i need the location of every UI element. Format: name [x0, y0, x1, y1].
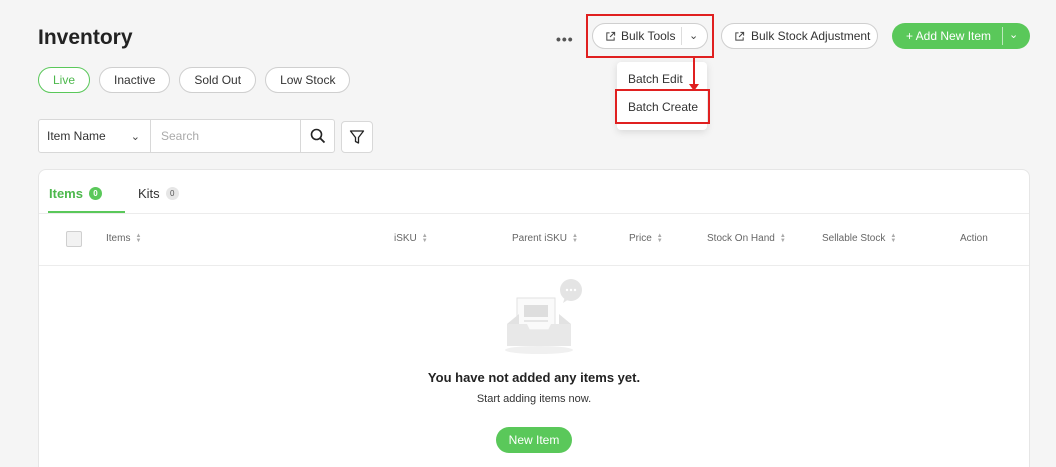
table-header: Items ▲ ▼ iSKU ▲ ▼ Parent iSKU ▲ ▼ Price ▲ ▼ Sto…: [39, 214, 1029, 266]
sort-icon: ▲ ▼: [779, 232, 786, 244]
tab-kits[interactable]: Kits 0: [138, 186, 179, 201]
filter-icon: [349, 130, 365, 144]
tab-kits-label: Kits: [138, 186, 160, 201]
tab-items-count: 0: [88, 187, 102, 200]
filter-low-stock[interactable]: Low Stock: [265, 67, 351, 93]
filter-live[interactable]: Live: [38, 67, 91, 93]
column-items[interactable]: Items ▲ ▼: [106, 232, 142, 245]
sort-icon: ▲ ▼: [656, 232, 663, 244]
external-link-icon: [735, 31, 745, 41]
column-label: iSKU: [394, 233, 417, 244]
chevron-down-icon[interactable]: ⌄: [689, 29, 698, 42]
filter-inactive[interactable]: Inactive: [99, 67, 171, 93]
inventory-page: Inventory ••• Bulk Tools ⌄ Bulk Stock Ad…: [0, 0, 1056, 467]
tab-bar: Items 0 Kits 0: [39, 170, 1029, 214]
active-tab-indicator: [48, 211, 125, 213]
external-link-icon: [606, 31, 616, 41]
tab-items[interactable]: Items 0: [49, 186, 102, 201]
column-label: Price: [629, 233, 652, 244]
column-price[interactable]: Price ▲ ▼: [629, 232, 663, 245]
search-input[interactable]: [151, 120, 301, 152]
search-field-label: Item Name: [47, 129, 106, 143]
column-label: Action: [960, 233, 988, 244]
menu-item-batch-edit[interactable]: Batch Edit: [628, 72, 683, 86]
column-sellable-stock[interactable]: Sellable Stock ▲ ▼: [822, 232, 897, 245]
sort-icon: ▲ ▼: [890, 232, 897, 244]
bulk-tools-button[interactable]: Bulk Tools ⌄: [592, 23, 708, 49]
add-new-item-label: + Add New Item: [906, 29, 992, 43]
filter-sold-out[interactable]: Sold Out: [179, 67, 257, 93]
column-parent-isku[interactable]: Parent iSKU ▲ ▼: [512, 232, 578, 245]
tab-kits-count: 0: [165, 187, 179, 200]
sort-icon: ▲ ▼: [572, 232, 578, 244]
empty-inbox-icon: [505, 279, 582, 354]
status-filters: Live Inactive Sold Out Low Stock: [38, 67, 351, 93]
search-icon: [310, 128, 325, 144]
select-all-checkbox[interactable]: [66, 231, 82, 247]
menu-item-batch-create[interactable]: Batch Create: [628, 100, 698, 114]
column-label: Items: [106, 233, 131, 244]
bulk-stock-label: Bulk Stock Adjustment: [751, 29, 871, 43]
search-button[interactable]: [300, 120, 334, 152]
sort-icon: ▲ ▼: [421, 232, 428, 244]
column-action: Action: [960, 233, 988, 244]
sort-icon: ▲ ▼: [135, 232, 142, 244]
empty-state-subtitle: Start adding items now.: [476, 393, 592, 405]
highlight-arrow-head: [689, 84, 699, 91]
new-item-button[interactable]: New Item: [496, 427, 572, 453]
search-bar: Item Name ⌄: [38, 119, 335, 153]
bulk-tools-label: Bulk Tools: [621, 29, 676, 43]
filter-button[interactable]: [341, 121, 373, 153]
bulk-stock-adjustment-button[interactable]: Bulk Stock Adjustment: [721, 23, 878, 49]
chevron-down-icon[interactable]: ⌄: [1009, 28, 1018, 41]
highlight-arrow-line: [693, 58, 695, 86]
column-stock-on-hand[interactable]: Stock On Hand ▲ ▼: [707, 232, 786, 245]
page-title: Inventory: [38, 26, 133, 49]
chevron-down-icon: ⌄: [130, 131, 140, 143]
more-options-button[interactable]: •••: [556, 31, 574, 47]
column-label: Stock On Hand: [707, 233, 775, 244]
add-new-item-button[interactable]: + Add New Item ⌄: [892, 23, 1030, 49]
tab-items-label: Items: [49, 186, 83, 201]
column-label: Sellable Stock: [822, 233, 886, 244]
column-label: Parent iSKU: [512, 233, 568, 244]
column-isku[interactable]: iSKU ▲ ▼: [394, 232, 428, 245]
inventory-card: Items 0 Kits 0 Items ▲ ▼ iSKU ▲ ▼ Parent iSK…: [38, 169, 1030, 467]
empty-state-title: You have not added any items yet.: [427, 370, 641, 385]
search-field-select[interactable]: Item Name ⌄: [39, 120, 151, 152]
divider: [681, 27, 682, 45]
divider: [1002, 27, 1003, 45]
